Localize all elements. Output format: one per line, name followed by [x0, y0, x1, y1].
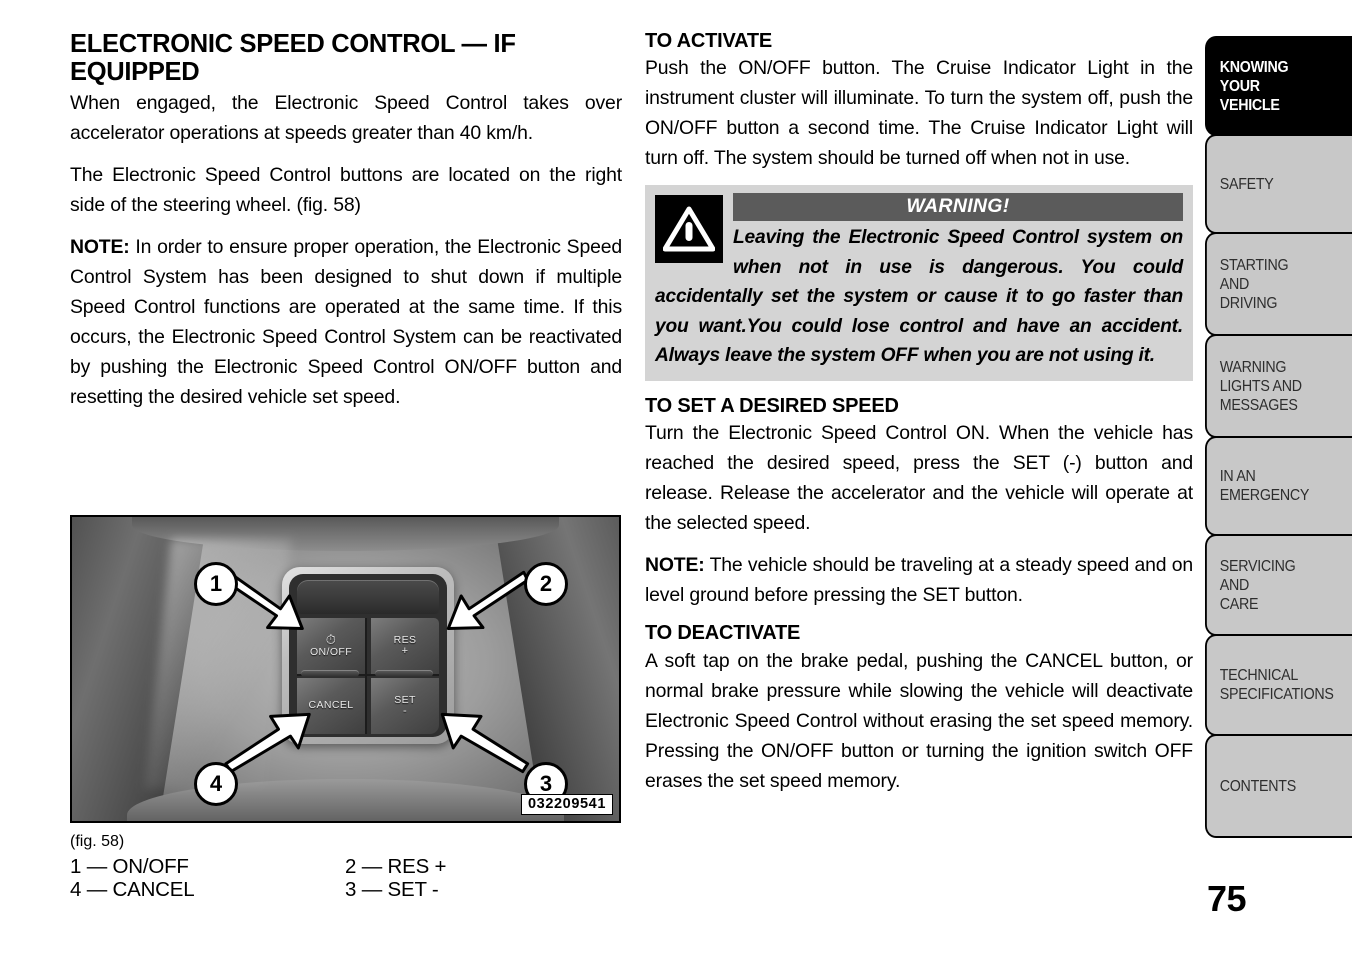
pod-right-pill [375, 670, 433, 677]
set-speed-note-body: The vehicle should be traveling at a ste… [645, 554, 1193, 607]
sidebar-tab-label: TECHNICAL SPECIFICATIONS [1219, 667, 1334, 703]
warning-title: WARNING! [733, 193, 1183, 222]
cancel-button[interactable]: CANCEL [297, 678, 365, 734]
speed-control-photo: ⏱ ON/OFF RES + CANCEL SET - 1 2 3 4 0322… [70, 515, 621, 823]
heading-to-set-a-desired-speed: TO SET A DESIRED SPEED [645, 394, 899, 417]
figure-number-caption: (fig. 58) [70, 833, 125, 850]
sidebar-tab-label: WARNING LIGHTS AND MESSAGES [1219, 358, 1302, 414]
left-text-column: ELECTRONIC SPEED CONTROL — IF EQUIPPED W… [70, 30, 622, 424]
note-paragraph: NOTE: In order to ensure proper operatio… [70, 232, 622, 412]
right-text-column: TO ACTIVATE Push the ON/OFF button. The … [645, 30, 1193, 796]
sidebar-tab-label: IN AN EMERGENCY [1219, 468, 1310, 504]
to-activate-paragraph: Push the ON/OFF button. The Cruise Indic… [645, 57, 1193, 170]
sidebar-tab-label: SERVICING AND CARE [1219, 557, 1296, 613]
res-button[interactable]: RES + [371, 618, 439, 674]
pod-left-pill [301, 670, 359, 677]
sidebar-tab-servicing-and-care[interactable]: SERVICING AND CARE [1205, 534, 1352, 636]
pod-vertical-divider [365, 618, 367, 734]
legend-item-2: 2 — RES + [345, 855, 447, 879]
legend-item-3: 3 — SET - [345, 878, 439, 902]
button-location-paragraph: The Electronic Speed Control buttons are… [70, 164, 622, 217]
cruise-control-icon: ⏱ [325, 632, 337, 648]
legend-item-1: 1 — ON/OFF [70, 855, 189, 879]
res-plus-sign: + [401, 645, 409, 658]
sidebar-tab-knowing-your-vehicle[interactable]: KNOWING YOUR VEHICLE [1205, 36, 1352, 136]
legend-item-4: 4 — CANCEL [70, 878, 195, 902]
on-off-button-label: ON/OFF [309, 646, 353, 659]
heading-to-activate: TO ACTIVATE [645, 30, 773, 52]
sidebar-tab-label: KNOWING YOUR VEHICLE [1219, 58, 1289, 114]
speed-control-button-pod: ⏱ ON/OFF RES + CANCEL SET - [282, 567, 454, 744]
warning-box: WARNING! Leaving the Electronic Speed Co… [645, 185, 1193, 381]
sidebar-tab-contents[interactable]: CONTENTS [1205, 734, 1352, 838]
legend-row: 4 — CANCEL 3 — SET - [70, 878, 630, 901]
to-set-speed-paragraph: Turn the Electronic Speed Control ON. Wh… [645, 422, 1193, 535]
to-deactivate-paragraph: A soft tap on the brake pedal, pushing t… [645, 649, 1193, 792]
figure-58-container: ⏱ ON/OFF RES + CANCEL SET - 1 2 3 4 0322… [70, 515, 621, 823]
intro-paragraph: When engaged, the Electronic Speed Contr… [70, 92, 622, 145]
sidebar-tab-label: SAFETY [1219, 175, 1274, 193]
sidebar-tab-technical-specifications[interactable]: TECHNICAL SPECIFICATIONS [1205, 634, 1352, 736]
legend-row: 1 — ON/OFF 2 — RES + [70, 855, 630, 878]
figure-image-code: 032209541 [521, 794, 613, 815]
warning-text: Leaving the Electronic Speed Control sys… [655, 227, 1183, 367]
on-off-button[interactable]: ⏱ ON/OFF [297, 618, 365, 674]
callout-1: 1 [194, 562, 238, 606]
callout-4: 4 [194, 762, 238, 806]
heading-to-deactivate: TO DEACTIVATE [645, 622, 801, 645]
figure-caption-block: (fig. 58) 1 — ON/OFF 2 — RES + 4 — CANCE… [70, 832, 630, 901]
button-pod-inner: ⏱ ON/OFF RES + CANCEL SET - [289, 574, 447, 737]
set-button[interactable]: SET - [371, 678, 439, 734]
warning-triangle-icon [655, 195, 723, 264]
set-minus-sign: - [402, 705, 408, 718]
set-speed-note-label: NOTE: [645, 554, 705, 577]
section-tabs-sidebar: KNOWING YOUR VEHICLE SAFETY STARTING AND… [1205, 36, 1352, 838]
cancel-button-label: CANCEL [308, 699, 354, 712]
set-speed-note-paragraph: NOTE: The vehicle should be traveling at… [645, 550, 1193, 610]
note-body: In order to ensure proper operation, the… [70, 236, 622, 409]
warning-triangle-glyph [663, 206, 715, 252]
page-number: 75 [1207, 878, 1247, 919]
sidebar-tab-in-an-emergency[interactable]: IN AN EMERGENCY [1205, 436, 1352, 536]
sidebar-tab-safety[interactable]: SAFETY [1205, 134, 1352, 234]
sidebar-tab-label: CONTENTS [1219, 777, 1297, 795]
sidebar-tab-starting-and-driving[interactable]: STARTING AND DRIVING [1205, 232, 1352, 336]
pod-top-slot [297, 580, 439, 614]
sidebar-tab-warning-lights-and-messages[interactable]: WARNING LIGHTS AND MESSAGES [1205, 334, 1352, 438]
manual-page: ELECTRONIC SPEED CONTROL — IF EQUIPPED W… [0, 0, 1352, 954]
sidebar-tab-label: STARTING AND DRIVING [1219, 256, 1289, 312]
figure-legend: 1 — ON/OFF 2 — RES + 4 — CANCEL 3 — SET … [70, 855, 630, 901]
page-title: ELECTRONIC SPEED CONTROL — IF EQUIPPED [70, 30, 516, 87]
note-label: NOTE: [70, 236, 130, 259]
callout-2: 2 [524, 562, 568, 606]
